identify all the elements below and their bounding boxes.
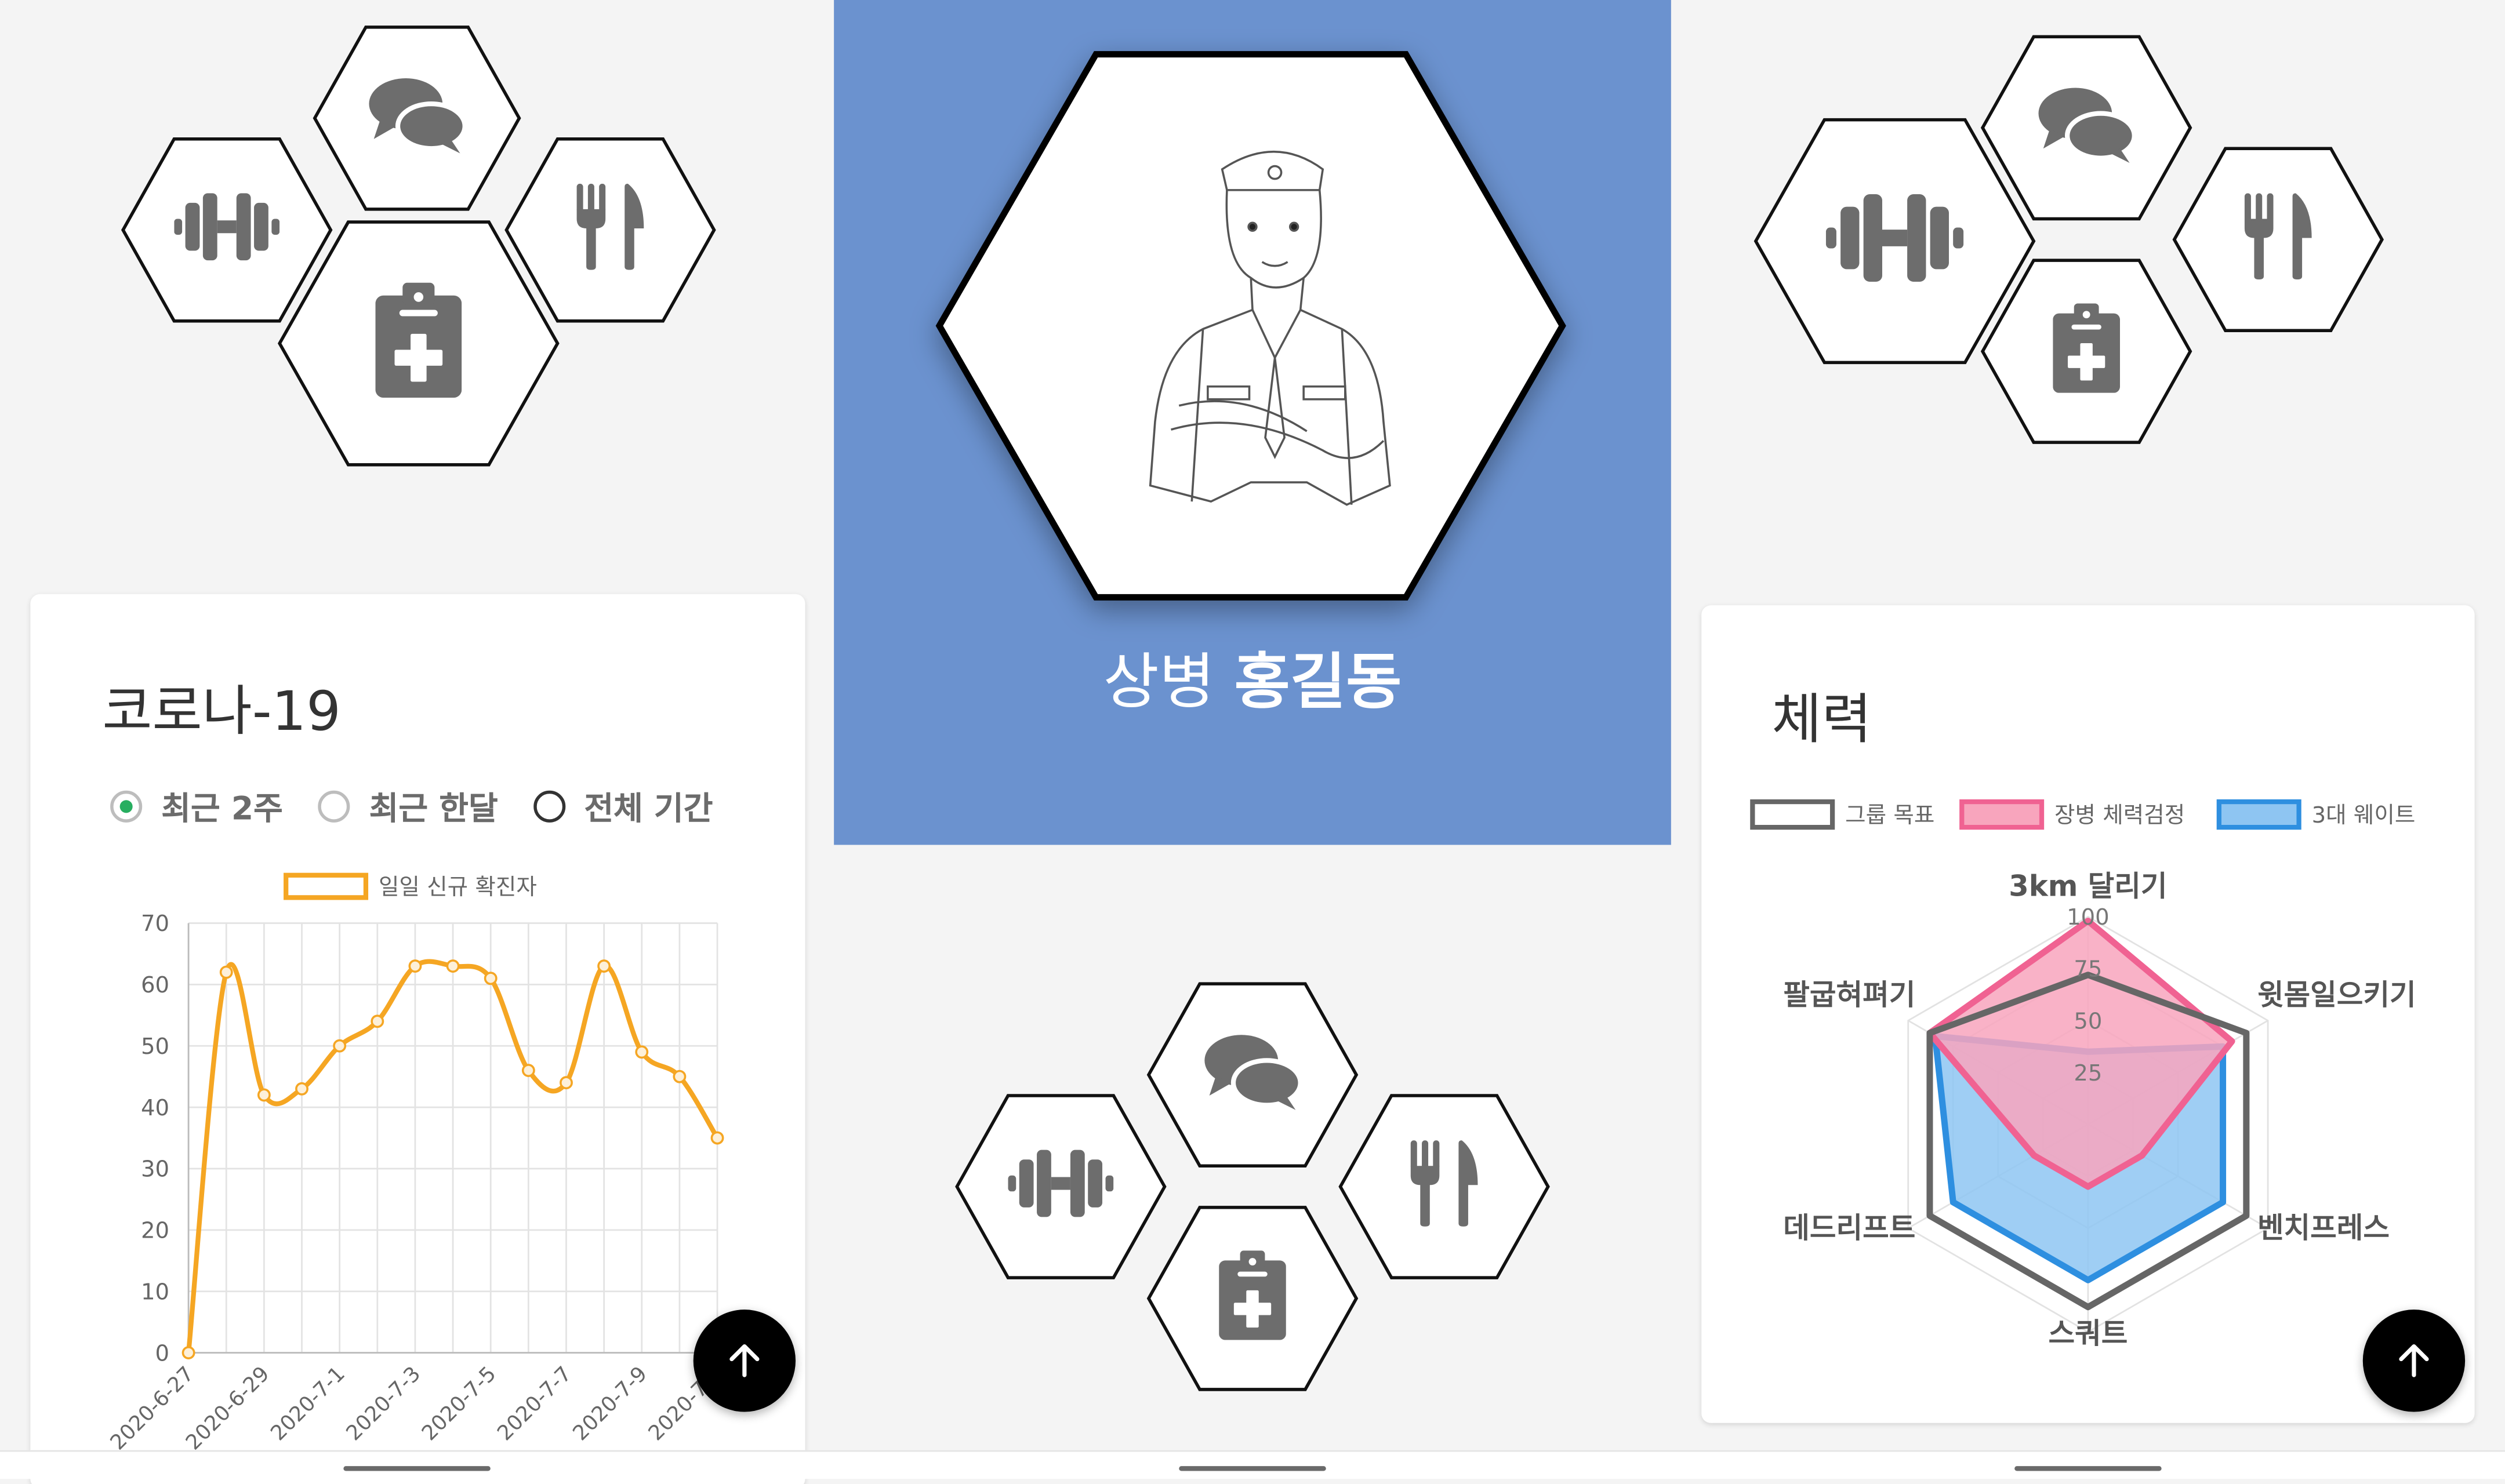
radar-axis-label: 3km 달리기 [2009, 870, 2167, 903]
profile-name: 상병 홍길동 [834, 632, 1671, 721]
x-tick-label: 2020-7-1 [266, 1362, 350, 1446]
utensils-icon [1407, 1140, 1481, 1233]
radar-axis-label: 윗몸일으키기 [2257, 978, 2416, 1012]
data-point [597, 959, 611, 973]
chat-icon [1203, 1032, 1303, 1118]
y-tick-label: 30 [141, 1156, 169, 1183]
medical-clipboard-icon [1219, 1250, 1286, 1346]
arrow-up-icon [729, 1344, 760, 1377]
fitness-card: 체력 그룹 목표 장병 체력검정 3대 웨이트 25 50 75 100 3km 달리기윗몸일… [1701, 605, 2475, 1423]
profile-panel: 상병 홍길동 [834, 0, 1671, 845]
gesture-handle[interactable] [2014, 1466, 2162, 1471]
covid-card-title: 코로나-19 [102, 680, 341, 744]
medical-clipboard-icon [375, 282, 462, 404]
legend-label: 그룹 목표 [1845, 802, 1934, 828]
data-point [446, 959, 460, 973]
nav-chat-hex[interactable] [313, 26, 521, 211]
nav-medical-hex[interactable] [277, 220, 560, 467]
avatar-hex[interactable] [923, 38, 1578, 613]
bottom-bar [0, 1450, 2505, 1479]
data-point [181, 1346, 195, 1360]
filter-1month-radio[interactable]: 최근 한달 [318, 783, 498, 829]
gesture-handle[interactable] [343, 1466, 491, 1471]
legend-swatch [1750, 799, 1835, 830]
y-tick-label: 20 [141, 1218, 169, 1244]
radar-scale-label: 25 [2074, 1060, 2102, 1086]
data-point [295, 1082, 308, 1096]
dumbbell-icon [1824, 190, 1965, 292]
dumbbell-icon [174, 190, 280, 270]
radar-scale-label: 100 [2067, 904, 2110, 930]
data-point [635, 1045, 649, 1059]
screen: 코로나-19 최근 2주 최근 한달 전체 기간 일일 신규 확진자 0 10 20 3… [0, 0, 2505, 1484]
covid-line-chart: 일일 신규 확진자0102030405060702020-6-272020-6-… [106, 872, 727, 1453]
radar-scale-label: 50 [2074, 1008, 2102, 1034]
data-point [257, 1088, 271, 1102]
radio-unselected-icon [533, 790, 565, 822]
nav-medical-hex[interactable] [1980, 259, 2192, 444]
legend-swatch [2216, 799, 2301, 830]
radar-axis-label: 스쿼트 [2048, 1316, 2128, 1350]
covid-period-filter: 최근 2주 최근 한달 전체 기간 [110, 783, 748, 829]
radar-axis-label: 벤치프레스 [2257, 1211, 2390, 1245]
nav-fitness-hex[interactable] [955, 1094, 1167, 1279]
data-point [333, 1039, 347, 1053]
x-tick-label: 2020-7-7 [493, 1362, 576, 1446]
dumbbell-icon [1008, 1147, 1114, 1227]
data-point [484, 972, 498, 985]
nav-chat-hex[interactable] [1980, 35, 2192, 221]
y-tick-label: 70 [141, 911, 169, 937]
legend-swatch [284, 872, 369, 900]
legend-swatch [1959, 799, 2045, 830]
x-tick-label: 2020-7-9 [568, 1362, 652, 1446]
data-point [560, 1076, 573, 1090]
scroll-top-button[interactable] [2362, 1310, 2466, 1412]
covid-card: 코로나-19 최근 2주 최근 한달 전체 기간 일일 신규 확진자 0 10 20 3… [30, 594, 805, 1484]
chat-icon [368, 75, 467, 161]
fitness-radar-chart: 그룹 목표 장병 체력검정 3대 웨이트 25 50 75 1003km 달리기윗몸일으키기… [1750, 799, 2416, 1350]
data-point [371, 1014, 384, 1028]
profile-rank: 상병 [1103, 646, 1215, 718]
filter-1month-label: 최근 한달 [369, 789, 498, 828]
medical-clipboard-icon [2053, 303, 2121, 399]
radar-scale-label: 75 [2074, 956, 2102, 983]
y-tick-label: 0 [155, 1340, 169, 1366]
nav-medical-hex[interactable] [1146, 1206, 1359, 1391]
arrow-up-icon [2399, 1344, 2429, 1377]
filter-all-label: 전체 기간 [584, 789, 713, 828]
y-tick-label: 50 [141, 1034, 169, 1060]
legend-label: 일일 신규 확진자 [379, 874, 537, 900]
filter-all-radio[interactable]: 전체 기간 [533, 783, 713, 829]
legend-label: 장병 체력검정 [2054, 802, 2185, 828]
legend-label: 3대 웨이트 [2312, 802, 2416, 828]
fitness-card-title: 체력 [1771, 688, 1872, 752]
filter-2weeks-label: 최근 2주 [161, 789, 283, 828]
utensils-icon [2241, 193, 2315, 286]
y-tick-label: 60 [141, 972, 169, 998]
radio-selected-icon [110, 790, 143, 822]
radio-unselected-icon [318, 790, 350, 822]
data-point [521, 1064, 535, 1077]
filter-2weeks-radio[interactable]: 최근 2주 [110, 783, 283, 829]
scroll-top-button[interactable] [693, 1310, 796, 1412]
chat-icon [2037, 85, 2137, 171]
data-point [219, 965, 233, 979]
profile-fullname: 홍길동 [1234, 646, 1402, 718]
gesture-handle[interactable] [1179, 1466, 1326, 1471]
x-tick-label: 2020-7-5 [418, 1362, 501, 1446]
data-point [710, 1131, 724, 1145]
y-tick-label: 40 [141, 1095, 169, 1121]
data-point [673, 1070, 687, 1083]
x-tick-label: 2020-7-3 [342, 1362, 425, 1446]
utensils-icon [573, 183, 647, 277]
nav-chat-hex[interactable] [1146, 982, 1359, 1167]
data-point [408, 959, 422, 973]
radar-axis-label: 팔굽혀펴기 [1783, 978, 1915, 1012]
nav-meal-hex[interactable] [1338, 1094, 1550, 1279]
nav-meal-hex[interactable] [2172, 147, 2384, 333]
y-tick-label: 10 [141, 1279, 169, 1305]
radar-axis-label: 데드리프트 [1783, 1211, 1915, 1245]
